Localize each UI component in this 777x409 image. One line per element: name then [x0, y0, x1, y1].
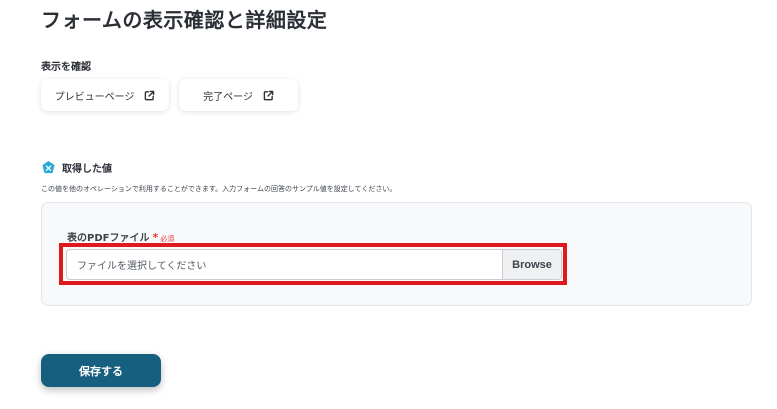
external-link-icon	[144, 90, 155, 101]
save-button[interactable]: 保存する	[41, 354, 161, 387]
acquired-values-header: 取得した値	[41, 160, 112, 175]
complete-page-button[interactable]: 完了ページ	[179, 79, 298, 111]
acquired-value-icon	[41, 160, 56, 175]
preview-section-label: 表示を確認	[41, 62, 91, 73]
preview-page-label: プレビューページ	[54, 91, 135, 103]
file-input-placeholder[interactable]: ファイルを選択してください	[67, 250, 502, 279]
page-title: フォームの表示確認と詳細設定	[41, 8, 328, 32]
field-label-text: 表のPDFファイル	[67, 233, 150, 244]
complete-page-label: 完了ページ	[203, 91, 253, 103]
form-settings-page: フォームの表示確認と詳細設定 表示を確認 プレビューページ 完了ページ 取得した…	[0, 0, 777, 409]
acquired-values-description: この値を他のオペレーションで利用することができます。入力フォームの回答のサンプル…	[41, 185, 397, 193]
pdf-file-field-label: 表のPDFファイル * 必須	[67, 229, 174, 244]
preview-page-button[interactable]: プレビューページ	[41, 79, 169, 111]
pdf-file-input[interactable]: ファイルを選択してください Browse	[66, 249, 562, 280]
external-link-icon	[263, 90, 274, 101]
acquired-values-label: 取得した値	[62, 164, 112, 175]
browse-button[interactable]: Browse	[502, 250, 561, 279]
